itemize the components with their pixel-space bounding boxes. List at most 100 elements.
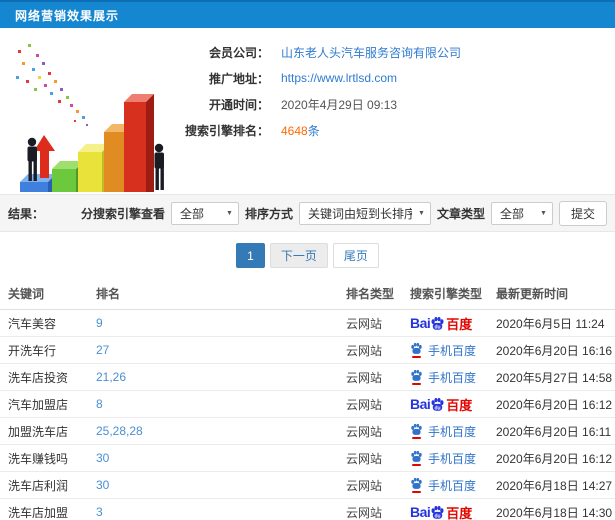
sort-select[interactable]: 关键词由短到长排序 ▼ bbox=[298, 201, 431, 225]
baidu-paw-icon: du bbox=[431, 397, 444, 411]
rank-cell: 3 bbox=[88, 498, 338, 520]
updated-cell: 2020年6月20日 16:11 bbox=[488, 417, 615, 445]
rank-cell: 30 bbox=[88, 471, 338, 499]
pagination: 1 下一页 尾页 bbox=[0, 232, 615, 278]
updated-cell: 2020年5月27日 14:58 bbox=[488, 363, 615, 391]
col-keyword: 关键词 bbox=[0, 278, 88, 310]
table-row: 洗车店利润 30 云网站 Baidu百度 手机百度 2020年6月18日 14:… bbox=[0, 471, 615, 499]
page-1-button[interactable]: 1 bbox=[236, 243, 265, 268]
promo-url-link[interactable]: https://www.lrtlsd.com bbox=[281, 71, 397, 85]
page-header: 网络营销效果展示 bbox=[0, 0, 615, 28]
baidu-logo: Bai du 百度 bbox=[410, 315, 473, 332]
rank-cell: 30 bbox=[88, 444, 338, 472]
rank-type-cell: 云网站 bbox=[338, 471, 402, 499]
engine-filter-label: 分搜索引擎查看 bbox=[80, 206, 165, 221]
engine-cell: Baidu百度 手机百度 bbox=[402, 498, 488, 520]
rank-type-cell: 云网站 bbox=[338, 363, 402, 391]
promo-url-label: 推广地址： bbox=[208, 71, 269, 86]
rank-type-cell: 云网站 bbox=[338, 309, 402, 337]
open-date-value: 2020年4月29日 09:13 bbox=[281, 97, 398, 112]
growth-chart-illustration bbox=[16, 44, 164, 192]
svg-text:du: du bbox=[435, 324, 441, 330]
chevron-down-icon: ▼ bbox=[418, 209, 425, 217]
rank-type-cell: 云网站 bbox=[338, 444, 402, 472]
baidu-logo: Bai du 百度 bbox=[410, 396, 473, 413]
keyword-cell: 洗车店加盟 bbox=[0, 498, 88, 520]
keyword-cell: 汽车加盟店 bbox=[0, 390, 88, 418]
rank-cell: 8 bbox=[88, 390, 338, 418]
rank-cell: 21,26 bbox=[88, 363, 338, 391]
engine-cell: Baidu百度 手机百度 bbox=[402, 336, 488, 364]
updated-cell: 2020年6月5日 11:24 bbox=[488, 309, 615, 337]
mobile-baidu-logo: 手机百度 bbox=[410, 477, 476, 494]
open-date-row: 开通时间： 2020年4月29日 09:13 bbox=[174, 91, 461, 117]
engine-cell: Baidu百度 手机百度 bbox=[402, 471, 488, 499]
mobile-baidu-logo: 手机百度 bbox=[410, 423, 476, 440]
article-type-label: 文章类型 bbox=[436, 206, 485, 221]
baidu-paw-icon bbox=[411, 342, 422, 354]
table-row: 汽车美容 9 云网站 Baidu百度 手机百度 2020年6月5日 11:24 bbox=[0, 309, 615, 337]
updated-cell: 2020年6月20日 16:12 bbox=[488, 390, 615, 418]
sort-label: 排序方式 bbox=[244, 206, 293, 221]
svg-text:du: du bbox=[435, 513, 441, 519]
article-type-value: 全部 bbox=[499, 206, 524, 221]
filter-controls: 分搜索引擎查看 全部 ▼ 排序方式 关键词由短到长排序 ▼ 文章类型 全部 ▼ … bbox=[80, 200, 607, 226]
engine-rank-label: 搜索引擎排名： bbox=[184, 123, 269, 138]
open-date-label: 开通时间： bbox=[208, 97, 269, 112]
red-underline bbox=[412, 464, 421, 466]
col-engine-type: 搜索引擎类型 bbox=[402, 278, 488, 310]
baidu-logo: Bai du 百度 bbox=[410, 504, 473, 520]
member-info-list: 会员公司： 山东老人头汽车服务咨询有限公司 推广地址： https://www.… bbox=[174, 28, 461, 194]
svg-text:du: du bbox=[435, 405, 441, 411]
promo-url-row: 推广地址： https://www.lrtlsd.com bbox=[174, 65, 461, 91]
keyword-cell: 洗车赚钱吗 bbox=[0, 444, 88, 472]
updated-cell: 2020年6月18日 14:30 bbox=[488, 498, 615, 520]
red-underline bbox=[412, 383, 421, 385]
rank-type-cell: 云网站 bbox=[338, 336, 402, 364]
submit-button[interactable]: 提交 bbox=[558, 200, 607, 226]
table-row: 洗车赚钱吗 30 云网站 Baidu百度 手机百度 2020年6月20日 16:… bbox=[0, 444, 615, 472]
red-underline bbox=[412, 491, 421, 493]
rank-type-cell: 云网站 bbox=[338, 498, 402, 520]
updated-cell: 2020年6月20日 16:12 bbox=[488, 444, 615, 472]
baidu-paw-icon bbox=[411, 423, 422, 435]
table-row: 加盟洗车店 25,28,28 云网站 Baidu百度 手机百度 2020年6月2… bbox=[0, 417, 615, 445]
red-underline bbox=[412, 437, 421, 439]
rank-type-cell: 云网站 bbox=[338, 417, 402, 445]
engine-rank-row: 搜索引擎排名： 4648条 bbox=[174, 117, 461, 143]
engine-filter-select[interactable]: 全部 ▼ bbox=[170, 201, 239, 225]
baidu-paw-icon: du bbox=[431, 316, 444, 330]
page-title: 网络营销效果展示 bbox=[15, 8, 120, 23]
article-type-select[interactable]: 全部 ▼ bbox=[490, 201, 553, 225]
rank-cell: 9 bbox=[88, 309, 338, 337]
engine-cell: Baidu百度 手机百度 bbox=[402, 363, 488, 391]
rank-cell: 25,28,28 bbox=[88, 417, 338, 445]
table-row: 洗车店投资 21,26 云网站 Baidu百度 手机百度 2020年5月27日 … bbox=[0, 363, 615, 391]
keyword-cell: 洗车店投资 bbox=[0, 363, 88, 391]
rank-cell: 27 bbox=[88, 336, 338, 364]
last-page-button[interactable]: 尾页 bbox=[332, 243, 379, 268]
mobile-baidu-logo: 手机百度 bbox=[410, 369, 476, 386]
red-underline bbox=[412, 356, 421, 358]
company-row: 会员公司： 山东老人头汽车服务咨询有限公司 bbox=[174, 39, 461, 65]
rank-type-cell: 云网站 bbox=[338, 390, 402, 418]
keyword-cell: 洗车店利润 bbox=[0, 471, 88, 499]
table-row: 开洗车行 27 云网站 Baidu百度 手机百度 2020年6月20日 16:1… bbox=[0, 336, 615, 364]
chevron-down-icon: ▼ bbox=[540, 209, 547, 217]
updated-cell: 2020年6月18日 14:27 bbox=[488, 471, 615, 499]
next-page-button[interactable]: 下一页 bbox=[269, 243, 328, 268]
table-header-row: 关键词 排名 排名类型 搜索引擎类型 最新更新时间 bbox=[0, 278, 615, 310]
sort-value: 关键词由短到长排序 bbox=[307, 206, 413, 221]
col-rank-type: 排名类型 bbox=[338, 278, 402, 310]
baidu-paw-icon bbox=[411, 369, 422, 381]
col-updated: 最新更新时间 bbox=[488, 278, 615, 310]
updated-cell: 2020年6月20日 16:16 bbox=[488, 336, 615, 364]
company-label: 会员公司： bbox=[208, 45, 269, 60]
keyword-rank-table: 关键词 排名 排名类型 搜索引擎类型 最新更新时间 汽车美容 9 云网站 Bai… bbox=[0, 278, 615, 520]
rank-count: 4648 bbox=[281, 123, 308, 138]
keyword-cell: 汽车美容 bbox=[0, 309, 88, 337]
company-link[interactable]: 山东老人头汽车服务咨询有限公司 bbox=[281, 44, 461, 61]
engine-cell: Baidu百度 手机百度 bbox=[402, 309, 488, 337]
mobile-baidu-logo: 手机百度 bbox=[410, 450, 476, 467]
baidu-paw-icon: du bbox=[431, 505, 444, 519]
